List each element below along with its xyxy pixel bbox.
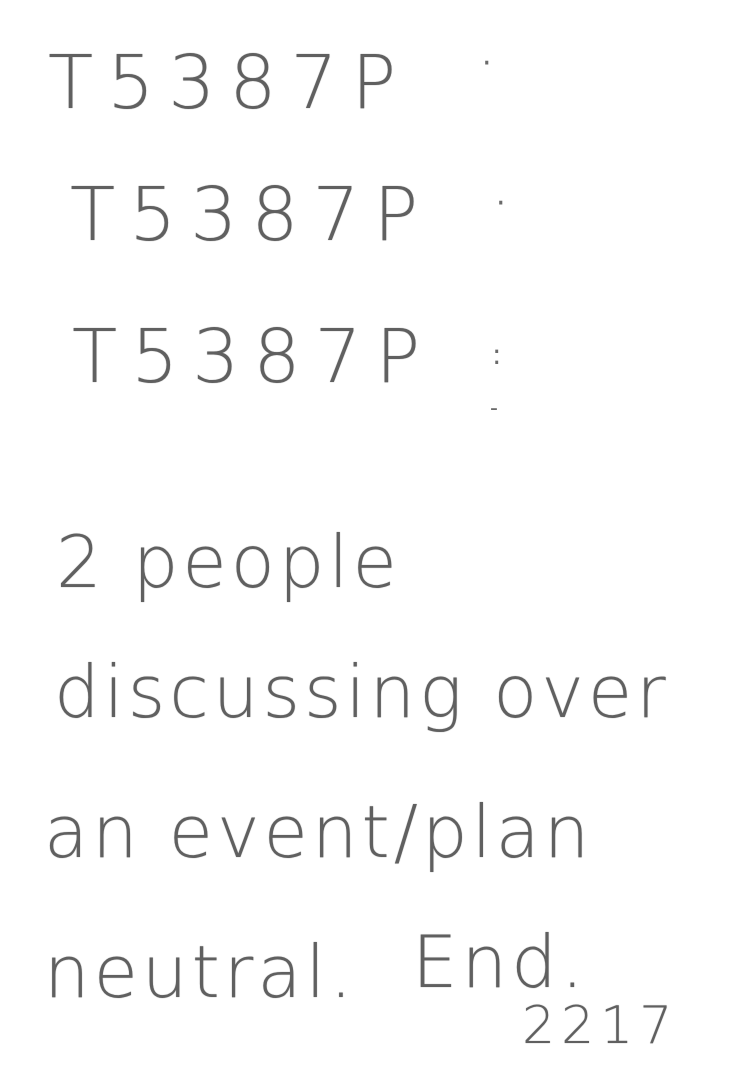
colon-mark: : xyxy=(492,338,502,371)
code-line-3: T5387P xyxy=(72,314,435,400)
dot-mark-2: · xyxy=(496,186,506,221)
text-line-number: 2217 xyxy=(522,996,679,1056)
text-line-end: End. xyxy=(412,920,588,1004)
text-line-people: 2 people xyxy=(56,520,401,604)
code-line-1: T5387P xyxy=(48,40,411,126)
text-line-neutral: neutral. xyxy=(44,930,357,1014)
dash-mark: - xyxy=(490,396,498,421)
text-line-event: an event/plan xyxy=(44,790,594,874)
text-line-discussing: discussing over xyxy=(54,650,670,734)
dot-mark-1: · xyxy=(482,46,492,81)
handwritten-note: T5387P · T5387P · T5387P : - 2 people di… xyxy=(0,0,751,1080)
code-line-2: T5387P xyxy=(70,172,433,258)
